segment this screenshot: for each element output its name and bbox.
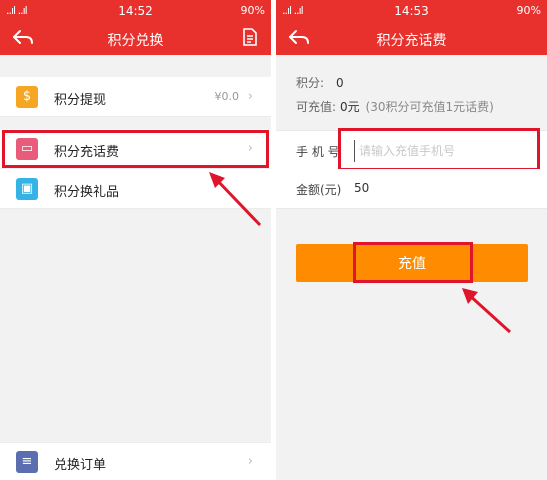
menu-item-label: 兑换订单 <box>54 458 107 473</box>
available-value: 0元 <box>340 100 360 114</box>
page-title: 积分兑换 <box>107 33 164 49</box>
order-section: ≡ 兑换订单 › <box>0 442 271 480</box>
battery-level: 90% <box>516 4 541 17</box>
points-label: 积分: <box>296 76 325 90</box>
menu-item-label: 积分换礼品 <box>54 185 120 200</box>
title-bar: 积分兑换 <box>0 21 271 55</box>
status-bar: ..ıl ..ıl 14:52 90% <box>0 0 271 21</box>
chevron-right-icon: › <box>247 454 253 469</box>
order-list-icon: ≡ <box>16 451 38 473</box>
points-row: 积分: 0 <box>296 74 344 91</box>
battery-level: 90% <box>240 4 265 17</box>
amount-field-row: 金额(元) 50 <box>276 169 547 209</box>
points-value: 0 <box>336 76 344 90</box>
amount-value: 50 <box>354 181 370 195</box>
highlight-box <box>353 242 473 283</box>
document-icon[interactable] <box>243 28 257 46</box>
amount-label: 金额(元) <box>296 183 342 197</box>
available-row: 可充值: 0元 (30积分可充值1元话费) <box>296 98 494 115</box>
menu-item-exchange-orders[interactable]: ≡ 兑换订单 › <box>0 443 271 480</box>
highlight-box <box>338 128 540 171</box>
chevron-right-icon: › <box>247 89 253 104</box>
dollar-icon: $ <box>16 86 38 108</box>
left-screen: ..ıl ..ıl 14:52 90% 积分兑换 $ 积分提现 ¥0.0 › ▭… <box>0 0 271 480</box>
menu-item-points-withdraw[interactable]: $ 积分提现 ¥0.0 › <box>0 77 271 117</box>
status-time: 14:53 <box>394 4 429 18</box>
pointer-arrow-icon <box>209 172 262 227</box>
available-label: 可充值: <box>296 100 337 114</box>
menu-item-label: 积分提现 <box>54 93 107 108</box>
menu-item-value: ¥0.0 <box>214 90 240 103</box>
status-time: 14:52 <box>118 4 153 18</box>
title-bar: 积分充话费 <box>276 21 547 55</box>
highlight-box <box>2 130 269 168</box>
right-screen: ..ıl ..ıl 14:53 90% 积分充话费 积分: 0 可充值: 0元 (3… <box>276 0 547 480</box>
phone-label: 手 机 号 <box>296 145 340 159</box>
pointer-arrow-icon <box>462 288 512 334</box>
status-bar: ..ıl ..ıl 14:53 90% <box>276 0 547 21</box>
available-note: (30积分可充值1元话费) <box>365 100 494 114</box>
gift-icon: ▣ <box>16 178 38 200</box>
page-title: 积分充话费 <box>376 33 447 49</box>
